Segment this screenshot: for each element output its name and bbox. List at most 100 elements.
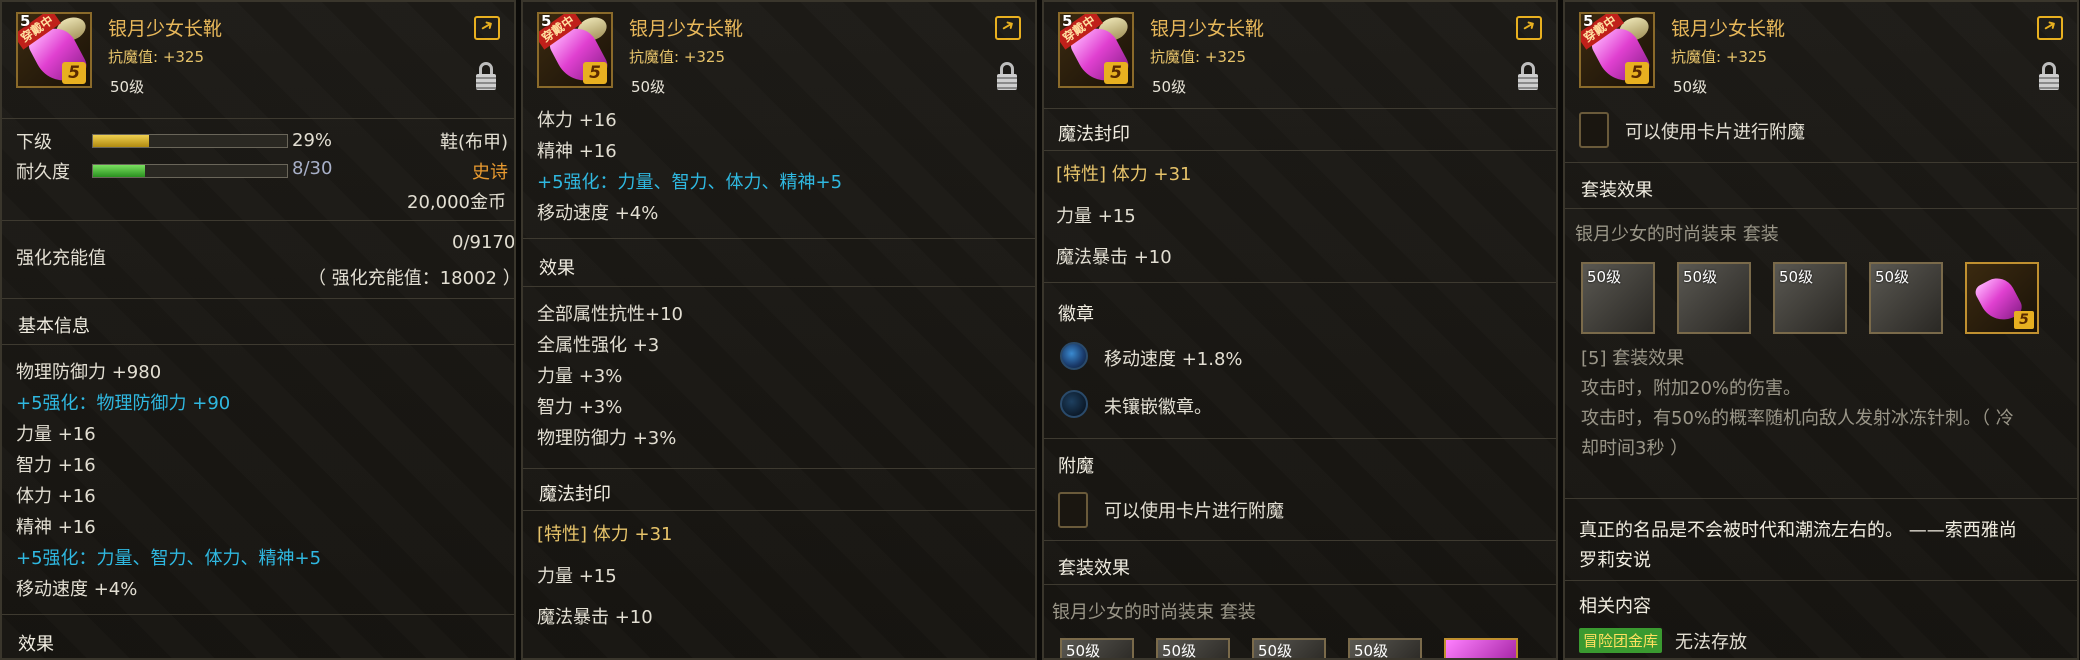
flavor-quote: 真正的名品是不会被时代和潮流左右的。 ——索西雅尚 xyxy=(1579,520,2017,541)
item-name: 银月少女长靴 xyxy=(1150,18,1265,40)
level-number: 5 xyxy=(541,12,552,30)
item-level: 50级 xyxy=(631,78,666,96)
emblem-empty-text: 未镶嵌徽章。 xyxy=(1104,397,1212,418)
enchant-text: 可以使用卡片进行附魔 xyxy=(1625,122,1805,143)
tooltip-panel-1: 穿戴中 5 5 银月少女长靴 抗魔值: +325 50级 下级 29% 鞋(布甲… xyxy=(0,0,516,660)
divider xyxy=(1565,580,2077,581)
section-set-effect: 套装效果 xyxy=(1581,180,1653,201)
section-basic-info: 基本信息 xyxy=(18,316,90,337)
divider xyxy=(1044,438,1556,439)
seal-stat: 魔法暴击 +10 xyxy=(537,607,653,628)
set-name: 银月少女的时尚装束 套装 xyxy=(1052,602,1256,623)
section-effects: 效果 xyxy=(539,258,575,279)
divider xyxy=(1565,162,2077,163)
divider xyxy=(523,510,1035,511)
share-icon[interactable] xyxy=(1516,16,1542,40)
set-piece-tile[interactable]: 50级 xyxy=(1060,638,1134,658)
grade-number: 5 xyxy=(62,62,86,84)
divider xyxy=(1565,208,2077,209)
charge-note: （ 强化充能值：18002 ） xyxy=(308,268,516,289)
effect-line: 全部属性抗性+10 xyxy=(537,304,683,325)
item-icon: 穿戴中 5 5 xyxy=(537,12,613,88)
item-header: 穿戴中 5 5 银月少女长靴 抗魔值: +325 50级 xyxy=(523,2,1035,102)
section-enchant: 附魔 xyxy=(1058,456,1094,477)
set-bonus-line: 攻击时，附加20%的伤害。 xyxy=(1581,378,1802,399)
tooltip-panel-4: 穿戴中 5 5 银月少女长靴 抗魔值: +325 50级 可以使用卡片进行附魔 … xyxy=(1563,0,2079,660)
enchant-card-slot[interactable] xyxy=(1579,112,1609,148)
seal-special: [特性] 体力 +31 xyxy=(537,524,673,545)
item-header: 穿戴中 5 5 银月少女长靴 抗魔值: +325 50级 xyxy=(1565,2,2077,102)
stat-line: 体力 +16 xyxy=(16,486,96,507)
emblem-slot-icon[interactable] xyxy=(1060,342,1088,370)
item-name: 银月少女长靴 xyxy=(629,18,744,40)
item-icon: 穿戴中 5 5 xyxy=(1579,12,1655,88)
enchant-text: 可以使用卡片进行附魔 xyxy=(1104,501,1284,522)
set-bonus-line: 却时间3秒 ） xyxy=(1581,438,1689,459)
level-number: 5 xyxy=(1583,12,1594,30)
set-bonus-title: [5] 套装效果 xyxy=(1581,348,1685,369)
effect-line: 全属性强化 +3 xyxy=(537,335,660,356)
stat-line: 精神 +16 xyxy=(16,517,96,538)
tooltip-panel-2: 穿戴中 5 5 银月少女长靴 抗魔值: +325 50级 体力 +16 精神 +… xyxy=(521,0,1037,660)
divider xyxy=(1044,540,1556,541)
divider xyxy=(2,220,514,221)
divider xyxy=(2,614,514,615)
seal-stat: 力量 +15 xyxy=(537,566,617,587)
stat-line: 移动速度 +4% xyxy=(16,579,138,600)
item-icon: 穿戴中 5 5 xyxy=(16,12,92,88)
divider xyxy=(1044,108,1556,109)
lock-icon[interactable] xyxy=(476,62,496,90)
resist-value: 抗魔值: +325 xyxy=(1671,48,1768,66)
seal-stat: 力量 +15 xyxy=(1056,206,1136,227)
section-effects: 效果 xyxy=(18,634,54,655)
share-icon[interactable] xyxy=(474,16,500,40)
set-piece-tile-boots[interactable]: 5 xyxy=(1965,262,2039,334)
grade-number: 5 xyxy=(1104,62,1128,84)
set-piece-tile[interactable]: 50级 xyxy=(1581,262,1655,334)
lock-icon[interactable] xyxy=(997,62,1017,90)
set-piece-tile-boots[interactable] xyxy=(1444,638,1518,658)
stat-line: 物理防御力 +980 xyxy=(16,362,162,383)
share-icon[interactable] xyxy=(2037,16,2063,40)
section-magic-seal: 魔法封印 xyxy=(539,484,611,505)
grade-bar xyxy=(92,134,288,148)
level-number: 5 xyxy=(20,12,31,30)
set-name: 银月少女的时尚装束 套装 xyxy=(1575,224,1779,245)
lock-icon[interactable] xyxy=(1518,62,1538,90)
section-related: 相关内容 xyxy=(1579,596,1651,617)
stat-line: +5强化：物理防御力 +90 xyxy=(16,393,231,414)
divider xyxy=(1044,282,1556,283)
divider xyxy=(523,286,1035,287)
lock-icon[interactable] xyxy=(2039,62,2059,90)
share-icon[interactable] xyxy=(995,16,1021,40)
grade-percent: 29% xyxy=(292,130,333,151)
set-piece-tile[interactable]: 50级 xyxy=(1773,262,1847,334)
effect-line: 力量 +3% xyxy=(537,366,623,387)
stat-line: 移动速度 +4% xyxy=(537,203,659,224)
item-header: 穿戴中 5 5 银月少女长靴 抗魔值: +325 50级 xyxy=(1044,2,1556,102)
storage-text: 无法存放 xyxy=(1675,632,1747,653)
set-piece-tile[interactable]: 50级 xyxy=(1348,638,1422,658)
charge-value: 0/9170 xyxy=(452,232,516,253)
effect-line: 物理防御力 +3% xyxy=(537,428,677,449)
set-piece-tile[interactable]: 50级 xyxy=(1252,638,1326,658)
item-header: 穿戴中 5 5 银月少女长靴 抗魔值: +325 50级 xyxy=(2,2,514,102)
emblem-stat: 移动速度 +1.8% xyxy=(1104,349,1243,370)
item-type: 鞋(布甲) xyxy=(440,132,509,153)
item-level: 50级 xyxy=(1673,78,1708,96)
item-icon: 穿戴中 5 5 xyxy=(1058,12,1134,88)
enchant-card-slot[interactable] xyxy=(1058,492,1088,528)
divider xyxy=(523,468,1035,469)
set-bonus-line: 攻击时，有50%的概率随机向敌人发射冰冻针刺。（ 冷 xyxy=(1581,408,2014,429)
section-magic-seal: 魔法封印 xyxy=(1058,124,1130,145)
set-piece-tile[interactable]: 50级 xyxy=(1156,638,1230,658)
empty-emblem-slot-icon[interactable] xyxy=(1060,390,1088,418)
set-piece-tile[interactable]: 50级 xyxy=(1869,262,1943,334)
durability-label: 耐久度 xyxy=(16,162,70,183)
stat-line: 体力 +16 xyxy=(537,110,617,131)
set-piece-tile[interactable]: 50级 xyxy=(1677,262,1751,334)
divider xyxy=(2,118,514,119)
flavor-quote: 罗莉安说 xyxy=(1579,550,1651,571)
divider xyxy=(1565,498,2077,499)
divider xyxy=(2,344,514,345)
